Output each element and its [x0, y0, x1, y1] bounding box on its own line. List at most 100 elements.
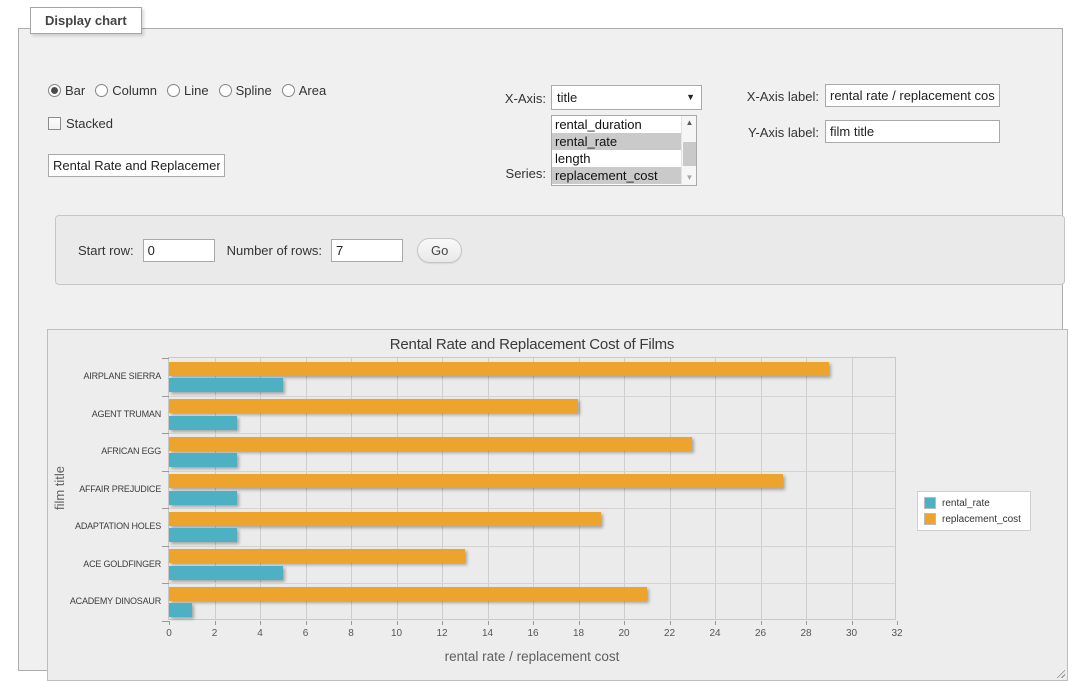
rows-panel: Start row: Number of rows: Go — [55, 215, 1065, 285]
x-tick-label-10: 10 — [382, 628, 412, 639]
series-scrollbar[interactable]: ▲ ▼ — [681, 116, 696, 185]
bar-rental_rate — [169, 491, 237, 505]
category-label: AFFAIR PREJUDICE — [55, 471, 161, 509]
radio-label-line: Line — [184, 83, 209, 98]
x-axis-select-label: X-Axis: — [459, 91, 546, 106]
x-tick-28 — [806, 621, 807, 625]
fieldset-legend: Display chart — [30, 7, 142, 34]
gridline-y-6 — [169, 583, 895, 584]
radio-column[interactable] — [95, 84, 108, 97]
stacked-checkbox[interactable] — [48, 117, 61, 130]
x-axis-label-field-label: X-Axis label: — [709, 89, 819, 104]
bar-rental_rate — [169, 603, 192, 617]
gridline-x-10 — [397, 358, 398, 619]
x-tick-30 — [852, 621, 853, 625]
gridline-y-4 — [169, 508, 895, 509]
chart-title-input[interactable] — [48, 154, 225, 177]
category-label: ADAPTATION HOLES — [55, 508, 161, 546]
x-tick-12 — [442, 621, 443, 625]
scrollbar-thumb[interactable] — [683, 142, 696, 166]
start-row-label: Start row: — [78, 243, 134, 258]
y-axis-tick — [162, 396, 169, 397]
chart-type-option-area[interactable]: Area — [282, 83, 326, 98]
x-tick-26 — [761, 621, 762, 625]
legend-item-replacement_cost[interactable]: replacement_cost — [924, 513, 1021, 525]
gridline-x-30 — [852, 358, 853, 619]
radio-spline[interactable] — [219, 84, 232, 97]
series-option-length[interactable]: length — [552, 150, 681, 167]
y-axis-tick — [162, 583, 169, 584]
x-tick-0 — [169, 621, 170, 625]
bar-replacement_cost — [169, 437, 692, 451]
series-select-label: Series: — [459, 166, 546, 181]
series-option-rental_rate[interactable]: rental_rate — [552, 133, 681, 150]
radio-label-spline: Spline — [236, 83, 272, 98]
num-rows-label: Number of rows: — [227, 243, 322, 258]
chart-type-option-spline[interactable]: Spline — [219, 83, 272, 98]
radio-line[interactable] — [167, 84, 180, 97]
resize-handle-icon[interactable] — [1054, 667, 1065, 678]
gridline-x-22 — [670, 358, 671, 619]
gridline-x-6 — [306, 358, 307, 619]
legend-label-replacement_cost: replacement_cost — [942, 514, 1021, 525]
gridline-x-16 — [533, 358, 534, 619]
radio-bar[interactable] — [48, 84, 61, 97]
radio-label-column: Column — [112, 83, 157, 98]
x-tick-8 — [351, 621, 352, 625]
gridline-y-2 — [169, 433, 895, 434]
legend-item-rental_rate[interactable]: rental_rate — [924, 497, 1021, 509]
x-tick-label-2: 2 — [200, 628, 230, 639]
x-tick-16 — [533, 621, 534, 625]
scroll-up-icon[interactable]: ▲ — [682, 116, 697, 130]
radio-label-area: Area — [299, 83, 326, 98]
chart-legend: rental_rate replacement_cost — [917, 491, 1031, 531]
chart-type-radio-group: Bar Column Line Spline Area — [48, 83, 326, 98]
x-axis-title: rental rate / replacement cost — [168, 649, 896, 664]
x-tick-label-16: 16 — [518, 628, 548, 639]
chart-type-option-column[interactable]: Column — [95, 83, 157, 98]
bar-rental_rate — [169, 528, 237, 542]
radio-area[interactable] — [282, 84, 295, 97]
x-tick-label-32: 32 — [882, 628, 912, 639]
go-button[interactable]: Go — [417, 238, 462, 263]
category-label: AIRPLANE SIERRA — [55, 358, 161, 396]
category-label: AGENT TRUMAN — [55, 396, 161, 434]
series-listbox[interactable]: rental_durationrental_ratelengthreplacem… — [551, 115, 697, 186]
x-tick-22 — [670, 621, 671, 625]
plot-area: 02468101214161820222426283032AIRPLANE SI… — [168, 357, 896, 620]
x-tick-label-18: 18 — [564, 628, 594, 639]
x-axis-label-input[interactable] — [825, 84, 1000, 107]
display-chart-fieldset: BarColumnLineSplineArea Stacked X-Axis: … — [18, 28, 1063, 671]
x-tick-label-8: 8 — [336, 628, 366, 639]
stacked-label: Stacked — [66, 116, 113, 131]
gridline-x-8 — [351, 358, 352, 619]
x-tick-24 — [715, 621, 716, 625]
category-label: AFRICAN EGG — [55, 433, 161, 471]
num-rows-input[interactable] — [331, 239, 403, 262]
gridline-x-4 — [260, 358, 261, 619]
x-tick-20 — [624, 621, 625, 625]
chart-type-option-bar[interactable]: Bar — [48, 83, 85, 98]
scroll-down-icon[interactable]: ▼ — [682, 171, 697, 185]
gridline-y-3 — [169, 471, 895, 472]
chart-type-option-line[interactable]: Line — [167, 83, 209, 98]
radio-label-bar: Bar — [65, 83, 85, 98]
start-row-input[interactable] — [143, 239, 215, 262]
x-tick-label-4: 4 — [245, 628, 275, 639]
x-axis-select[interactable]: title — [551, 85, 702, 110]
y-axis-tick — [162, 358, 169, 359]
x-tick-label-30: 30 — [837, 628, 867, 639]
x-tick-label-20: 20 — [609, 628, 639, 639]
x-tick-label-22: 22 — [655, 628, 685, 639]
series-option-rental_duration[interactable]: rental_duration — [552, 116, 681, 133]
gridline-x-12 — [442, 358, 443, 619]
x-tick-label-28: 28 — [791, 628, 821, 639]
x-tick-2 — [215, 621, 216, 625]
series-option-replacement_cost[interactable]: replacement_cost — [552, 167, 681, 184]
chart-title: Rental Rate and Replacement Cost of Film… — [168, 336, 896, 353]
x-tick-label-26: 26 — [746, 628, 776, 639]
x-tick-label-6: 6 — [291, 628, 321, 639]
bar-replacement_cost — [169, 512, 601, 526]
y-axis-label-field-label: Y-Axis label: — [709, 125, 819, 140]
y-axis-label-input[interactable] — [825, 120, 1000, 143]
